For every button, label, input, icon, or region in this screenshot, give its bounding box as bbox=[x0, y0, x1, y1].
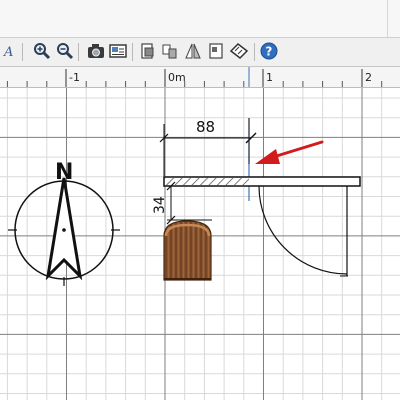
text-style-icon[interactable]: A bbox=[0, 41, 20, 61]
door-swing[interactable] bbox=[258, 185, 348, 277]
zoom-out-icon[interactable] bbox=[55, 41, 75, 61]
toolbar-separator bbox=[132, 43, 133, 61]
dimension-height[interactable]: 34 bbox=[152, 181, 212, 225]
toolbar: A ? bbox=[0, 38, 400, 67]
export-icon[interactable] bbox=[160, 41, 180, 61]
ruler-label-1: 1 bbox=[266, 71, 273, 84]
ruler-ticks: -1 0m 1 2 bbox=[6, 67, 383, 87]
zoom-in-icon[interactable] bbox=[32, 41, 52, 61]
wall-hatch bbox=[165, 178, 249, 185]
toolbar-separator bbox=[22, 43, 23, 61]
compass-rose[interactable]: N bbox=[8, 160, 120, 286]
window-right-divider bbox=[387, 0, 388, 37]
page-setup-icon[interactable] bbox=[206, 41, 226, 61]
ruler-label-neg1: -1 bbox=[69, 71, 80, 84]
toolbar-separator bbox=[78, 43, 79, 61]
compass-needle bbox=[45, 177, 83, 281]
dimension-height-value: 34 bbox=[152, 196, 168, 214]
import-furniture-icon[interactable] bbox=[138, 41, 158, 61]
plan-canvas[interactable]: N 88 34 bbox=[0, 88, 400, 400]
compass-north-label: N bbox=[55, 160, 73, 185]
window-top-strip bbox=[0, 0, 400, 38]
camera-icon[interactable] bbox=[86, 41, 106, 61]
red-arrow-shaft bbox=[268, 140, 324, 160]
dimension-width-value: 88 bbox=[196, 118, 215, 136]
red-arrow-head bbox=[255, 149, 280, 164]
measure-icon[interactable] bbox=[229, 41, 249, 61]
svg-text:A: A bbox=[3, 45, 13, 59]
dimension-width[interactable]: 88 bbox=[159, 118, 257, 176]
plan-drawing: N 88 34 bbox=[0, 88, 400, 400]
svg-text:?: ? bbox=[265, 45, 272, 59]
ruler-label-0m: 0m bbox=[168, 71, 186, 84]
toolbar-separator bbox=[254, 43, 255, 61]
photo-icon[interactable] bbox=[108, 41, 128, 61]
ruler-label-2: 2 bbox=[365, 71, 372, 84]
compass-center-dot bbox=[62, 228, 66, 232]
chair-furniture[interactable] bbox=[163, 220, 212, 281]
chair-body bbox=[163, 220, 212, 281]
red-arrow-annotation bbox=[255, 140, 324, 164]
flip-icon[interactable] bbox=[183, 41, 203, 61]
horizontal-ruler[interactable]: -1 0m 1 2 bbox=[0, 67, 400, 88]
wall-segment[interactable] bbox=[163, 176, 361, 187]
help-icon[interactable]: ? bbox=[259, 41, 279, 61]
